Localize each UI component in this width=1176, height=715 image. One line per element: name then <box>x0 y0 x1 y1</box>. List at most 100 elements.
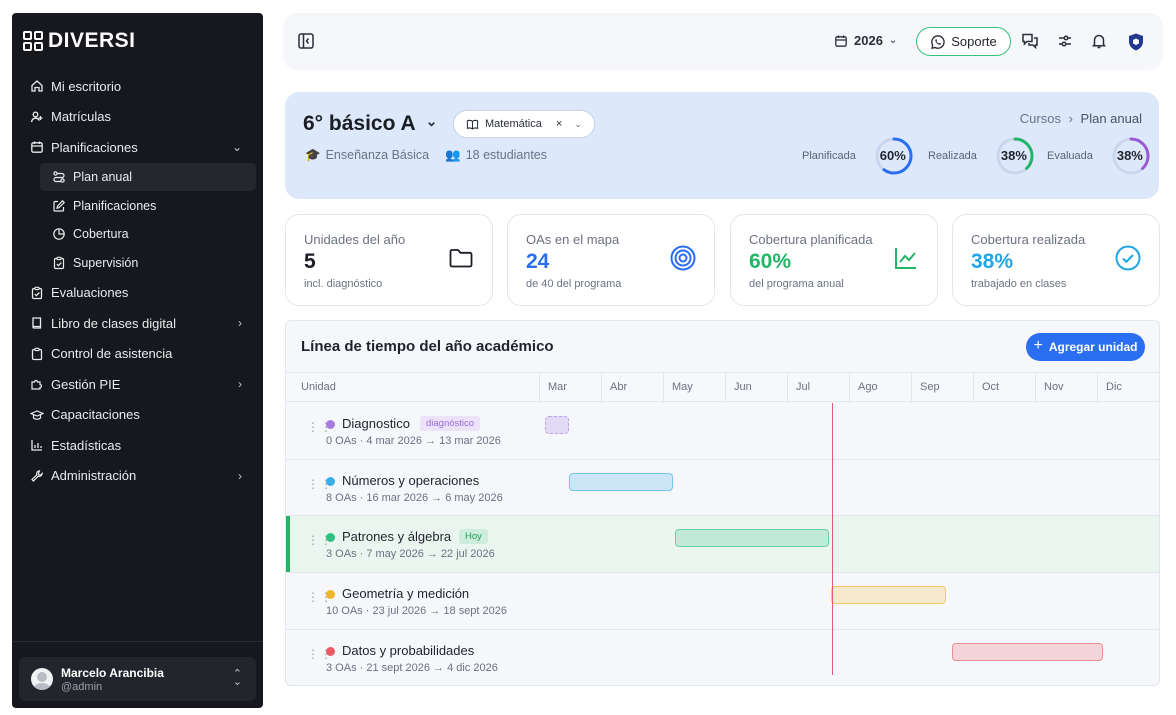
messages-icon[interactable] <box>1021 32 1039 50</box>
month-header: Abr <box>601 373 663 403</box>
unit-color-dot <box>326 533 335 543</box>
graduation-cap-icon: 🎓 <box>305 148 321 162</box>
unit-color-dot <box>326 476 335 486</box>
unit-badge: Hoy <box>459 529 488 545</box>
breadcrumb: Cursos › Plan anual <box>1020 111 1142 126</box>
sidebar-item-administracion[interactable]: Administración › <box>20 461 256 492</box>
timeline-bar[interactable] <box>545 416 569 434</box>
clear-subject-icon[interactable]: × <box>556 118 562 130</box>
sidebar-item-capacitaciones[interactable]: Capacitaciones <box>20 400 256 431</box>
unit-meta: 10 OAs · 23 jul 2026 → 18 sept 2026 <box>326 605 508 618</box>
support-label: Soporte <box>951 34 997 49</box>
support-button[interactable]: Soporte <box>916 27 1011 56</box>
timeline-bar[interactable] <box>831 586 947 605</box>
timeline-row[interactable]: ⋮⋮ Diagnostico diagnóstico 0 OAs · 4 mar 20… <box>286 403 1159 460</box>
whatsapp-icon <box>931 34 945 49</box>
sidebar-item-asistencia[interactable]: Control de asistencia <box>20 339 256 370</box>
book-icon <box>30 316 44 330</box>
breadcrumb-cursos[interactable]: Cursos <box>1020 111 1061 126</box>
bell-icon[interactable] <box>1090 32 1108 50</box>
timeline-row[interactable]: ⋮⋮ Patrones y álgebra Hoy 3 OAs · 7 may 202… <box>286 516 1159 574</box>
clipboard-check-icon <box>52 256 66 270</box>
sidebar-item-matriculas[interactable]: Matrículas <box>20 102 256 133</box>
shield-icon[interactable] <box>1127 32 1145 51</box>
divider <box>12 641 263 642</box>
sidebar-item-label: Mi escritorio <box>51 78 122 94</box>
course-selector[interactable]: 6° básico A ⌄ <box>303 112 437 136</box>
subject-label: Matemática <box>485 118 542 130</box>
month-header: Jul <box>787 373 849 403</box>
brand-logo[interactable]: DIVERSI <box>23 29 136 53</box>
sidebar-subitem-supervision[interactable]: Supervisión <box>40 249 256 278</box>
sidebar-subitem-label: Planificaciones <box>73 198 157 213</box>
subject-filter[interactable]: Matemática × ⌄ <box>453 110 595 138</box>
sidebar-item-evaluaciones[interactable]: Evaluaciones <box>20 278 256 309</box>
drag-handle-icon[interactable]: ⋮⋮ <box>307 478 332 496</box>
sidebar-item-label: Control de asistencia <box>51 346 173 362</box>
gauge-evaluada: Evaluada 38% <box>1047 136 1151 176</box>
drag-handle-icon[interactable]: ⋮⋮ <box>307 421 332 439</box>
chevron-down-icon[interactable]: ⌄ <box>574 119 582 130</box>
stat-card-unidades: Unidades del año 5 incl. diagnóstico <box>285 214 493 306</box>
sidebar-item-label: Planificaciones <box>51 139 138 155</box>
top-bar: 2026 ⌄ Soporte <box>283 13 1163 70</box>
stat-label: Cobertura realizada <box>971 232 1086 247</box>
chevron-down-icon: ⌄ <box>231 140 242 154</box>
gauge-label: Realizada <box>928 150 977 162</box>
timeline-bar[interactable] <box>569 472 673 491</box>
clipboard-icon <box>30 286 44 300</box>
add-unit-label: Agregar unidad <box>1048 340 1138 354</box>
drag-handle-icon[interactable]: ⋮⋮ <box>307 591 332 609</box>
timeline-row[interactable]: ⋮⋮ Datos y probabilidades 3 OAs · 21 sept … <box>286 630 1159 685</box>
unit-name: Geometría y medición <box>342 586 470 602</box>
sidebar-item-label: Libro de clases digital <box>51 315 177 331</box>
stat-label: OAs en el mapa <box>526 232 620 247</box>
sidebar-item-planificaciones[interactable]: Planificaciones ⌄ <box>20 132 256 163</box>
timeline-bar[interactable] <box>675 529 829 548</box>
month-header: Mar <box>539 373 601 403</box>
trend-chart-icon <box>893 245 919 271</box>
stat-card-cobertura-planificada: Cobertura planificada 60% del programa a… <box>730 214 938 306</box>
chevron-right-icon: › <box>238 377 242 392</box>
add-unit-button[interactable]: + Agregar unidad <box>1026 333 1145 361</box>
user-menu[interactable]: Marcelo Arancibia @admin ⌃ ⌄ <box>19 657 256 701</box>
sidebar: DIVERSI Mi escritorio Matrículas Planifi… <box>12 13 263 708</box>
sidebar-item-gestion-pie[interactable]: Gestión PIE › <box>20 369 256 400</box>
sidebar-item-estadisticas[interactable]: Estadísticas <box>20 430 256 461</box>
sidebar-item-libro-clases[interactable]: Libro de clases digital › <box>20 308 256 339</box>
stat-value: 5 <box>304 250 316 273</box>
sidebar-item-label: Gestión PIE <box>51 376 121 392</box>
unit-meta: 3 OAs · 21 sept 2026 → 4 dic 2026 <box>326 661 498 674</box>
month-header: Oct <box>973 373 1035 403</box>
today-marker <box>832 403 833 675</box>
sidebar-subitem-cobertura[interactable]: Cobertura <box>40 220 256 249</box>
sidebar-subitem-plan-anual[interactable]: Plan anual <box>40 162 256 192</box>
year-selector[interactable]: 2026 ⌄ <box>834 33 897 48</box>
drag-handle-icon[interactable]: ⋮⋮ <box>307 648 332 666</box>
drag-handle-icon[interactable]: ⋮⋮ <box>307 534 332 552</box>
pie-icon <box>52 227 66 241</box>
stat-label: Unidades del año <box>304 232 406 247</box>
settings-sliders-icon[interactable] <box>1056 32 1074 50</box>
course-header: 6° básico A ⌄ Matemática × ⌄ 🎓 Enseñanza … <box>285 92 1159 199</box>
unit-badge: diagnóstico <box>420 416 481 431</box>
unit-color-dot <box>326 590 335 600</box>
calendar-icon <box>30 140 44 154</box>
sidebar-subitem-planificaciones[interactable]: Planificaciones <box>40 191 256 220</box>
user-plus-icon <box>30 110 44 124</box>
user-handle: @admin <box>61 680 103 693</box>
chevron-up-down-icon: ⌃ ⌄ <box>232 668 242 688</box>
month-header: Sep <box>911 373 973 403</box>
gauge-label: Planificada <box>802 150 856 162</box>
clipboard-check-icon <box>30 347 44 361</box>
month-header: May <box>663 373 725 403</box>
breadcrumb-current: Plan anual <box>1080 111 1142 126</box>
gauge-value: 38% <box>1000 148 1027 163</box>
stat-subtext: del programa anual <box>749 278 844 290</box>
timeline-row[interactable]: ⋮⋮ Números y operaciones 8 OAs · 16 mar 20… <box>286 460 1159 517</box>
timeline-row[interactable]: ⋮⋮ Geometría y medición 10 OAs · 23 jul 20… <box>286 573 1159 630</box>
sidebar-item-escritorio[interactable]: Mi escritorio <box>20 71 256 102</box>
gauge-value: 60% <box>879 148 906 163</box>
timeline-bar[interactable] <box>952 642 1103 661</box>
sidebar-collapse-icon[interactable] <box>297 32 315 50</box>
